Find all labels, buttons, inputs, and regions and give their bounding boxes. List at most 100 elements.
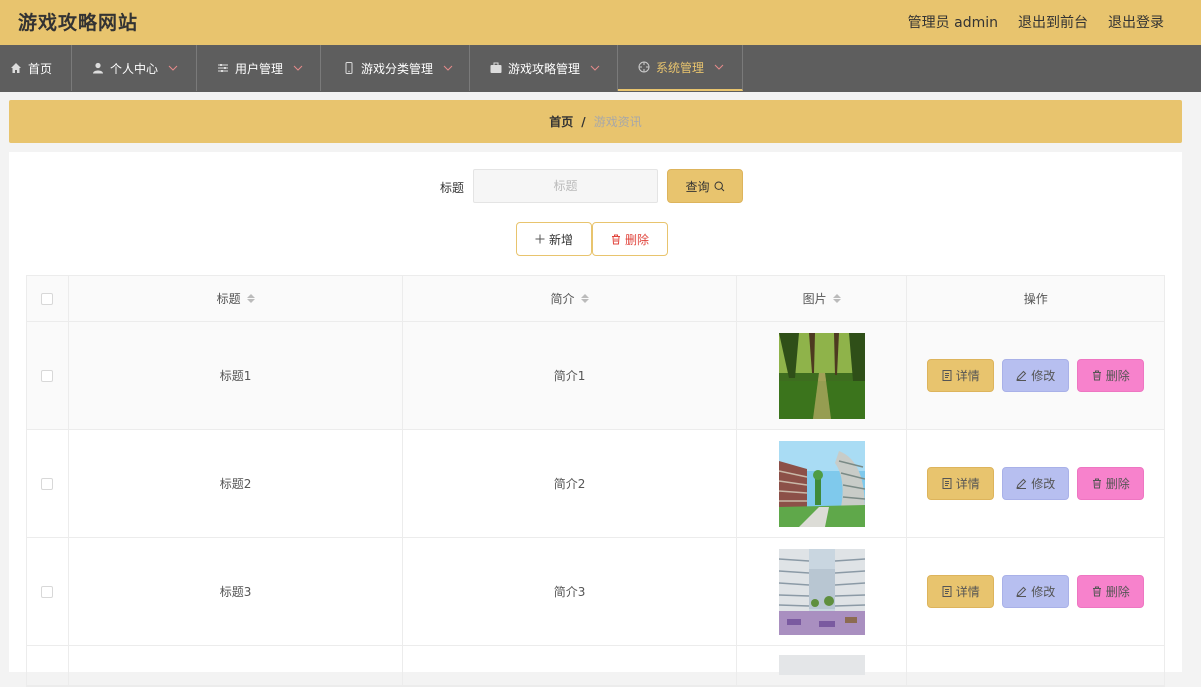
desc-cell: 简介1	[403, 322, 737, 429]
briefcase-icon	[490, 62, 502, 74]
breadcrumb: 首页 / 游戏资讯	[9, 100, 1182, 143]
search-input[interactable]	[473, 169, 658, 203]
document-icon	[942, 586, 952, 597]
desc-cell: 简介2	[403, 430, 737, 537]
sort-icon[interactable]	[832, 294, 841, 303]
delete-button[interactable]: 删除	[1077, 467, 1145, 500]
title-cell: 标题1	[69, 322, 404, 429]
document-icon	[942, 478, 952, 489]
chevron-down-icon	[714, 64, 724, 70]
delete-button[interactable]: 删除	[1077, 359, 1145, 392]
nav-item-home[interactable]: 首页	[0, 45, 72, 91]
column-header-title[interactable]: 标题	[69, 276, 404, 321]
edit-label: 修改	[1031, 585, 1056, 599]
nav-item-label: 用户管理	[235, 61, 284, 76]
forest-path-thumbnail[interactable]	[778, 332, 865, 419]
nav-item-label: 个人中心	[110, 61, 159, 76]
trash-icon	[1092, 370, 1101, 381]
trash-icon	[1092, 586, 1101, 597]
row-checkbox[interactable]	[41, 369, 54, 382]
top-bar: 游戏攻略网站 管理员 admin 退出到前台 退出登录	[0, 0, 1201, 45]
nav-item-user-management[interactable]: 用户管理	[197, 45, 321, 91]
logout-link[interactable]: 退出登录	[1108, 12, 1164, 32]
row-checkbox[interactable]	[41, 477, 54, 490]
edit-button[interactable]: 修改	[1002, 359, 1070, 392]
select-all-checkbox[interactable]	[41, 292, 54, 305]
detail-button[interactable]: 详情	[927, 575, 995, 608]
edit-button[interactable]: 修改	[1002, 575, 1070, 608]
column-header-ops: 操作	[907, 276, 1164, 321]
plus-icon	[535, 234, 545, 244]
chevron-down-icon	[168, 65, 178, 71]
image-cell	[737, 646, 908, 685]
nav-item-label: 游戏分类管理	[361, 61, 434, 76]
ops-cell: 详情 修改 删除	[907, 538, 1164, 645]
action-buttons: 新增 删除	[9, 222, 1182, 257]
sort-icon[interactable]	[246, 294, 255, 303]
detail-button[interactable]: 详情	[927, 359, 995, 392]
detail-label: 详情	[955, 477, 980, 491]
detail-label: 详情	[955, 369, 980, 383]
query-button[interactable]: 查询	[667, 169, 743, 203]
ops-cell	[907, 646, 1164, 685]
column-header-desc[interactable]: 简介	[403, 276, 737, 321]
column-label: 标题	[216, 292, 241, 306]
site-title: 游戏攻略网站	[18, 12, 139, 34]
table-header: 标题 简介 图片 操作	[27, 276, 1164, 322]
column-label: 简介	[550, 292, 575, 306]
search-icon	[713, 180, 724, 191]
table-row: 标题1 简介1 详情 修改 删除	[27, 322, 1164, 430]
sort-icon[interactable]	[580, 294, 589, 303]
crosshair-icon	[638, 61, 650, 73]
nav-item-system-management[interactable]: 系统管理	[618, 45, 743, 91]
nav-item-personal-center[interactable]: 个人中心	[72, 45, 197, 91]
search-form: 标题 查询	[9, 169, 1182, 203]
home-icon	[10, 62, 22, 74]
ops-cell: 详情 修改 删除	[907, 322, 1164, 429]
breadcrumb-separator: /	[581, 114, 586, 129]
nav-item-label: 游戏攻略管理	[508, 61, 581, 76]
detail-label: 详情	[955, 585, 980, 599]
table-row: 标题2 简介2 详情 修改 删除	[27, 430, 1164, 538]
batch-delete-button[interactable]: 删除	[592, 222, 668, 256]
trash-icon	[611, 234, 620, 244]
detail-button[interactable]: 详情	[927, 467, 995, 500]
row-checkbox[interactable]	[41, 585, 54, 598]
breadcrumb-home[interactable]: 首页	[549, 113, 573, 130]
title-cell: 标题3	[69, 538, 404, 645]
edit-icon	[1016, 586, 1027, 597]
delete-label: 删除	[1105, 585, 1130, 599]
title-cell: 标题2	[69, 430, 404, 537]
edit-icon	[1016, 370, 1027, 381]
desc-cell: 简介3	[403, 538, 737, 645]
edit-label: 修改	[1031, 369, 1056, 383]
query-button-label: 查询	[685, 179, 710, 194]
to-front-link[interactable]: 退出到前台	[1018, 12, 1088, 32]
data-table: 标题 简介 图片 操作 标题1 简介1 详情 修改 删除 标题2 简介2 详情 …	[26, 275, 1165, 687]
table-row: 标题3 简介3 详情 修改 删除	[27, 538, 1164, 646]
document-icon	[942, 370, 952, 381]
row-check-cell	[27, 322, 69, 429]
ops-cell: 详情 修改 删除	[907, 430, 1164, 537]
add-button[interactable]: 新增	[516, 222, 592, 256]
chevron-down-icon	[590, 65, 600, 71]
nav-item-game-guide-management[interactable]: 游戏攻略管理	[470, 45, 618, 91]
thumbnail[interactable]	[778, 655, 865, 675]
column-header-image[interactable]: 图片	[737, 276, 908, 321]
user-icon	[92, 62, 104, 74]
title-cell	[69, 646, 404, 685]
header-check-cell	[27, 276, 69, 321]
chevron-down-icon	[443, 65, 453, 71]
edit-button[interactable]: 修改	[1002, 467, 1070, 500]
search-label: 标题	[440, 181, 465, 195]
breadcrumb-current: 游戏资讯	[593, 115, 642, 129]
column-label: 操作	[1023, 292, 1048, 306]
admin-label: 管理员 admin	[907, 15, 998, 31]
top-links: 管理员 admin 退出到前台 退出登录	[908, 12, 1164, 32]
campus-building-thumbnail[interactable]	[778, 440, 865, 527]
nav-item-game-category-management[interactable]: 游戏分类管理	[321, 45, 470, 91]
table-row	[27, 646, 1164, 686]
desc-cell	[403, 646, 737, 685]
delete-button[interactable]: 删除	[1077, 575, 1145, 608]
courtyard-plaza-thumbnail[interactable]	[778, 548, 865, 635]
